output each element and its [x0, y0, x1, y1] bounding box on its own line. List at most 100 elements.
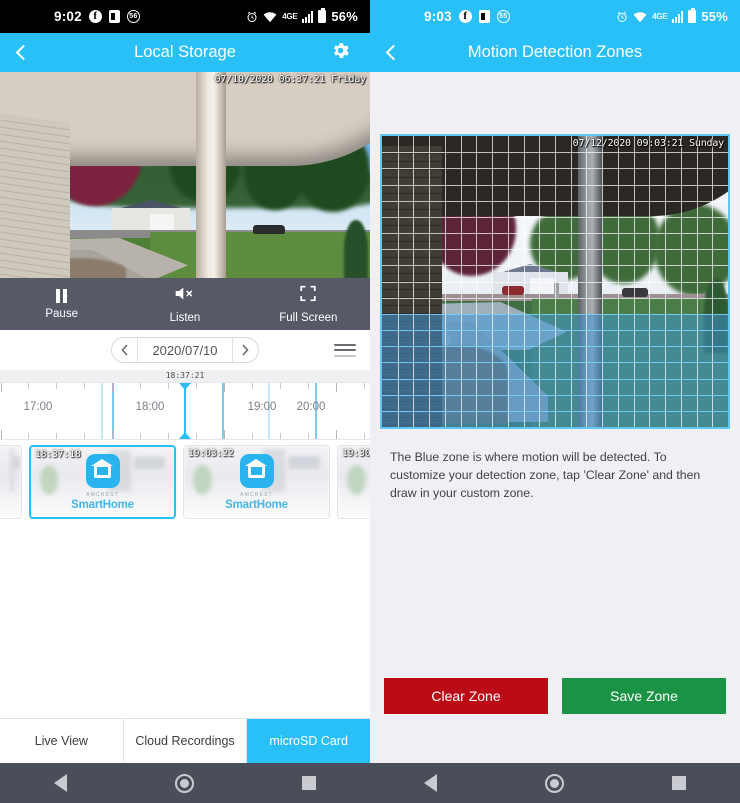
tab-live-view[interactable]: Live View [0, 719, 124, 763]
timeline-cursor-time: 18:37:21 [165, 371, 205, 380]
right-phone-screen: 9:03 f 55 4GE 55% Motion Detection Zones… [370, 0, 740, 803]
nav-recents-square-icon[interactable] [302, 776, 316, 790]
lawn-right [150, 232, 370, 278]
page-title: Local Storage [134, 43, 236, 61]
hamburger-menu-icon[interactable] [334, 339, 356, 361]
empty-content-area [0, 524, 370, 719]
selected-date: 2020/07/10 [152, 342, 218, 358]
list-item[interactable]: 19:03:22 AMCREST SmartHome [183, 445, 330, 519]
nav-back-triangle-icon[interactable] [54, 774, 67, 792]
shrub [344, 220, 368, 278]
alarm-icon [246, 11, 258, 23]
alarm-icon [616, 11, 628, 23]
app-bar-left: Local Storage [0, 33, 370, 72]
battery-percent: 56% [331, 9, 358, 24]
list-item[interactable] [0, 445, 22, 519]
grid-line-horizontal [382, 378, 728, 380]
porch-post [196, 72, 226, 278]
fullscreen-button[interactable]: Full Screen [247, 278, 370, 330]
nav-home-circle-icon[interactable] [175, 773, 194, 793]
status-bar-right-group: 4GE 56% [246, 8, 358, 24]
list-item[interactable]: 19:30:49 AMCREST SmartHome [337, 445, 370, 519]
grid-line-horizontal [382, 152, 728, 154]
nav-home-circle-icon[interactable] [545, 773, 564, 793]
nav-recents-square-icon[interactable] [672, 776, 686, 790]
motion-zone-grid[interactable]: 07/12/2020 09:03:21 Sunday [380, 134, 730, 429]
save-zone-button[interactable]: Save Zone [562, 678, 726, 714]
battery-icon [318, 8, 327, 23]
status-bar-left-group: 9:03 f 55 [382, 9, 510, 24]
tab-microsd-card[interactable]: microSD Card [247, 719, 370, 763]
bottom-tab-bar: Live View Cloud Recordings microSD Card [0, 718, 370, 763]
gear-icon [330, 40, 351, 66]
battery-icon [688, 8, 697, 23]
recording-thumbnail-strip[interactable]: 18:37:18 AMCREST SmartHome 19:03:22 AMCR… [0, 440, 370, 524]
network-type-label: 4GE [282, 12, 298, 21]
grid-line-horizontal [382, 200, 728, 202]
status-bar-right: 9:03 f 55 4GE 55% [370, 0, 740, 33]
status-time: 9:03 [424, 9, 452, 24]
app-icon [478, 10, 490, 23]
zone-grid-overlay[interactable] [382, 136, 728, 427]
zone-instruction-text: The Blue zone is where motion will be de… [390, 450, 701, 500]
nav-back-triangle-icon[interactable] [424, 774, 437, 792]
chevron-left-icon [121, 344, 128, 356]
wifi-icon [633, 11, 647, 23]
grid-line-horizontal [382, 297, 728, 299]
speaker-muted-icon [174, 285, 196, 307]
pause-button[interactable]: Pause [0, 278, 123, 330]
video-player[interactable]: 07/10/2020 06:37:21 Friday [0, 72, 370, 278]
timeline-scrubber[interactable]: 17:00 18:00 19:00 20:00 [0, 382, 370, 440]
timeline-cursor-header: 18:37:21 [0, 370, 370, 382]
list-item[interactable]: 18:37:18 AMCREST SmartHome [29, 445, 176, 519]
timeline-label: 18:00 [135, 401, 165, 413]
status-bar-right-group: 4GE 55% [616, 8, 728, 24]
android-nav-bar-right [370, 763, 740, 803]
back-button[interactable] [0, 33, 46, 72]
facebook-icon: f [458, 10, 472, 23]
tab-cloud-recordings[interactable]: Cloud Recordings [123, 719, 248, 763]
grid-line-horizontal [382, 216, 728, 218]
status-time: 9:02 [54, 9, 82, 24]
listen-button[interactable]: Listen [123, 278, 246, 330]
chevron-left-icon [385, 44, 401, 61]
grid-line-horizontal [382, 249, 728, 251]
video-timestamp: 07/10/2020 06:37:21 Friday [214, 74, 367, 85]
brand-small: AMCREST [240, 491, 273, 498]
grid-line-horizontal [382, 362, 728, 364]
android-nav-bar-left [0, 763, 370, 803]
settings-button[interactable] [320, 33, 360, 72]
timeline-label: 17:00 [23, 401, 53, 413]
home-logo-icon [239, 453, 274, 488]
grid-line-horizontal [382, 184, 728, 186]
chevron-left-icon [15, 44, 31, 61]
thumbnail-timestamp: 19:30:49 [342, 448, 370, 459]
next-day-button[interactable] [231, 338, 258, 362]
signal-bars-icon [302, 10, 314, 23]
dual-screenshot-container: 9:02 f 56 4GE 56% Local Storage 07/10/20… [0, 0, 740, 803]
thumbnail-timestamp: 19:03:22 [188, 448, 234, 459]
grid-line-horizontal [382, 168, 728, 170]
timeline-label: 19:00 [247, 401, 277, 413]
clear-zone-button[interactable]: Clear Zone [384, 678, 548, 714]
thumbnail-image [0, 446, 21, 518]
house-siding [0, 112, 70, 278]
grid-line-horizontal [382, 265, 728, 267]
brand-name: SmartHome [225, 498, 288, 511]
date-picker[interactable]: 2020/07/10 [111, 337, 259, 363]
back-button[interactable] [370, 33, 416, 72]
prev-day-button[interactable] [112, 338, 139, 362]
grid-line-horizontal [382, 330, 728, 331]
status-bar-left: 9:02 f 56 4GE 56% [0, 0, 370, 33]
notification-badge-icon: 55 [496, 10, 510, 23]
network-type-label: 4GE [652, 12, 668, 21]
timeline-playhead[interactable] [179, 383, 191, 439]
chevron-right-icon [242, 344, 249, 356]
page-title: Motion Detection Zones [467, 43, 643, 61]
fullscreen-icon [299, 285, 317, 307]
grid-line-horizontal [382, 394, 728, 396]
notification-badge-icon: 56 [126, 10, 140, 23]
grid-line-horizontal [382, 281, 728, 283]
motion-zone-editor-area: 07/12/2020 09:03:21 Sunday [370, 72, 740, 429]
zone-timestamp: 07/12/2020 09:03:21 Sunday [572, 138, 725, 149]
